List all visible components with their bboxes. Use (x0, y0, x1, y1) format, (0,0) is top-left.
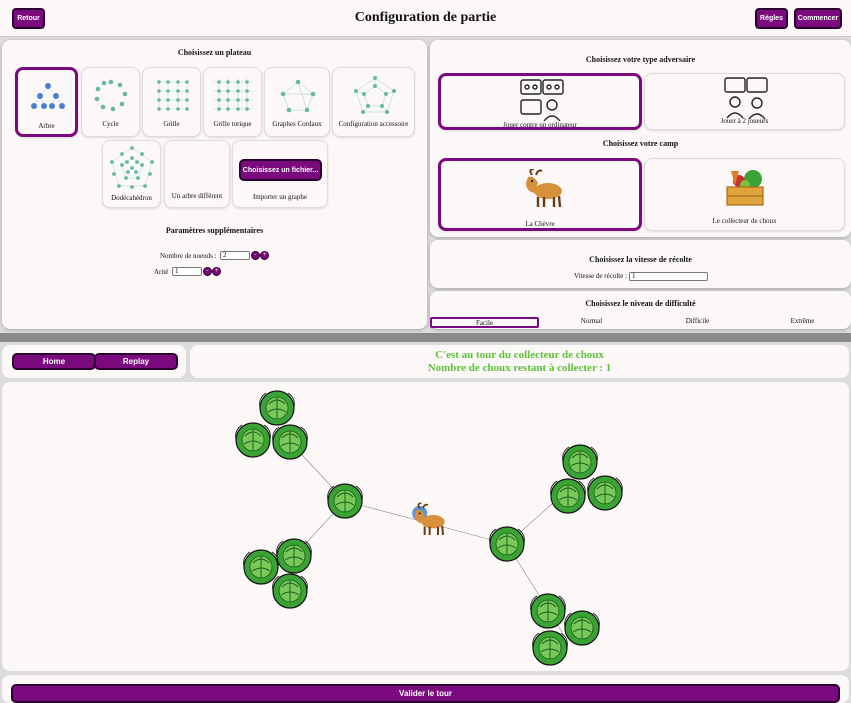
edge-increment-button[interactable]: + (212, 267, 221, 276)
cabbage-icon[interactable] (243, 549, 279, 585)
board-option-arbre[interactable]: Arbre (15, 67, 78, 137)
board-option-label: Arbre (38, 122, 55, 130)
vegetable-crate-icon (726, 170, 764, 206)
board-option-label: Grille (163, 120, 180, 128)
board-option-label: Configuration accessoire (338, 120, 409, 128)
board-option-label: Un arbre différent (171, 192, 223, 200)
board-option-grille[interactable]: Grille (142, 67, 201, 137)
edge-input[interactable]: 1 (172, 267, 202, 276)
extra-params-title: Paramètres supplémentaires (165, 226, 264, 235)
board-option-label: Graphes Cordaux (272, 120, 322, 128)
cabbage-icon[interactable] (586, 475, 624, 511)
speed-input[interactable]: 1 (629, 272, 708, 281)
opponent-option-label: Jouer contre un ordinateur (503, 121, 577, 129)
game-nav-panel: Home Replay (2, 345, 186, 378)
cabbage-icon[interactable] (531, 630, 569, 666)
board-panel: Choisissez un plateau Arbre Cycle Grille… (2, 40, 427, 329)
cabbage-icon[interactable] (259, 390, 295, 426)
nodes-input[interactable]: 2 (220, 251, 250, 260)
chordal-graph-icon (280, 79, 316, 113)
computer-players-icon (520, 79, 564, 122)
cycle-graph-icon (94, 79, 128, 112)
board-option-grille-torique[interactable]: Grille torique (203, 67, 262, 137)
import-graph-tile: Choisissez un fichier... Importer un gra… (232, 140, 328, 208)
dodecahedron-graph-icon (110, 146, 154, 189)
two-players-icon (724, 77, 768, 120)
cabbage-icon[interactable] (489, 526, 526, 562)
nodes-label: Nombre de noeuds : (160, 252, 217, 260)
speed-label: Vitesse de récolte : (574, 272, 628, 280)
cabbage-icon[interactable] (272, 573, 308, 609)
board-section-title: Choisissez un plateau (177, 48, 252, 57)
difficulty-section-title: Choisissez le niveau de difficulté (585, 299, 696, 308)
turn-status: C'est au tour du collecteur de choux (435, 349, 604, 361)
cabbage-icon[interactable] (561, 444, 599, 480)
choose-file-button[interactable]: Choisissez un fichier... (239, 159, 322, 181)
rules-button[interactable]: Règles (755, 8, 788, 29)
difficulty-extreme[interactable]: Extrême (748, 317, 851, 328)
opponent-option-computer[interactable]: Jouer contre un ordinateur (438, 73, 642, 130)
difficulty-difficile[interactable]: Difficile (643, 317, 752, 328)
camp-option-label: Le collecteur de choux (712, 217, 777, 225)
tree-graph-icon (31, 83, 65, 109)
opponent-camp-panel: Choisissez votre type adversaire Jouer c… (430, 40, 851, 237)
goat-icon (412, 502, 445, 536)
cabbage-icon[interactable] (327, 483, 363, 519)
opponent-section-title: Choisissez votre type adversaire (585, 55, 696, 64)
opponent-option-label: Jouer à 2 joueurs (720, 117, 769, 125)
torus-grid-icon (213, 78, 253, 113)
import-graph-label: Importer un graphe (252, 193, 308, 201)
board-option-dodecahedron[interactable]: Dodécahèdron (102, 140, 161, 208)
validate-panel: Valider le tour (2, 675, 849, 703)
cabbage-icon[interactable] (235, 422, 271, 458)
board-option-label: Grille torique (213, 120, 252, 128)
speed-panel: Choisissez la vitesse de récolte Vitesse… (430, 240, 851, 288)
nodes-decrement-button[interactable]: - (251, 251, 260, 260)
replay-button[interactable]: Replay (94, 353, 178, 370)
camp-option-label: La Chèvre (525, 220, 555, 228)
edge-label: Arité (154, 268, 169, 276)
start-button[interactable]: Commencer (794, 8, 842, 29)
edge-decrement-button[interactable]: - (203, 267, 212, 276)
camp-option-cabbage-collector[interactable]: Le collecteur de choux (644, 158, 845, 231)
game-status-panel: C'est au tour du collecteur de choux Nom… (190, 345, 849, 378)
board-option-label: Dodécahèdron (111, 194, 152, 202)
header-bar: Retour Configuration de partie Règles Co… (0, 0, 851, 37)
difficulty-normal[interactable]: Normal (537, 317, 646, 328)
validate-turn-button[interactable]: Valider le tour (11, 684, 840, 703)
page-separator (0, 333, 851, 342)
board-option-arbre-different[interactable]: Un arbre différent (164, 140, 230, 208)
cabbage-icon[interactable] (272, 424, 308, 460)
opponent-option-two-players[interactable]: Jouer à 2 joueurs (644, 73, 845, 130)
board-option-cycle[interactable]: Cycle (81, 67, 140, 137)
grid-graph-icon (157, 80, 189, 111)
petersen-graph-icon (354, 76, 396, 114)
board-option-configuration-accessoire[interactable]: Configuration accessoire (332, 67, 415, 137)
cabbage-icon[interactable] (549, 478, 587, 514)
goat-piece[interactable] (408, 502, 448, 538)
cabbage-icon[interactable] (276, 538, 312, 574)
board-option-label: Cycle (102, 120, 119, 128)
difficulty-facile[interactable]: Facile (430, 317, 539, 328)
home-button[interactable]: Home (12, 353, 96, 370)
board-option-graphes-cordaux[interactable]: Graphes Cordaux (264, 67, 330, 137)
cabbage-icon[interactable] (529, 593, 567, 629)
page-title: Configuration de partie (354, 10, 497, 25)
camp-section-title: Choisissez votre camp (602, 139, 679, 148)
speed-section-title: Choisissez la vitesse de récolte (589, 255, 692, 264)
camp-option-goat[interactable]: La Chèvre (438, 158, 642, 231)
remaining-cabbages: Nombre de choux restant à collecter : 1 (427, 362, 612, 374)
cabbage-icon[interactable] (563, 610, 601, 646)
goat-icon (524, 169, 562, 208)
game-board (2, 382, 849, 671)
nodes-increment-button[interactable]: + (260, 251, 269, 260)
